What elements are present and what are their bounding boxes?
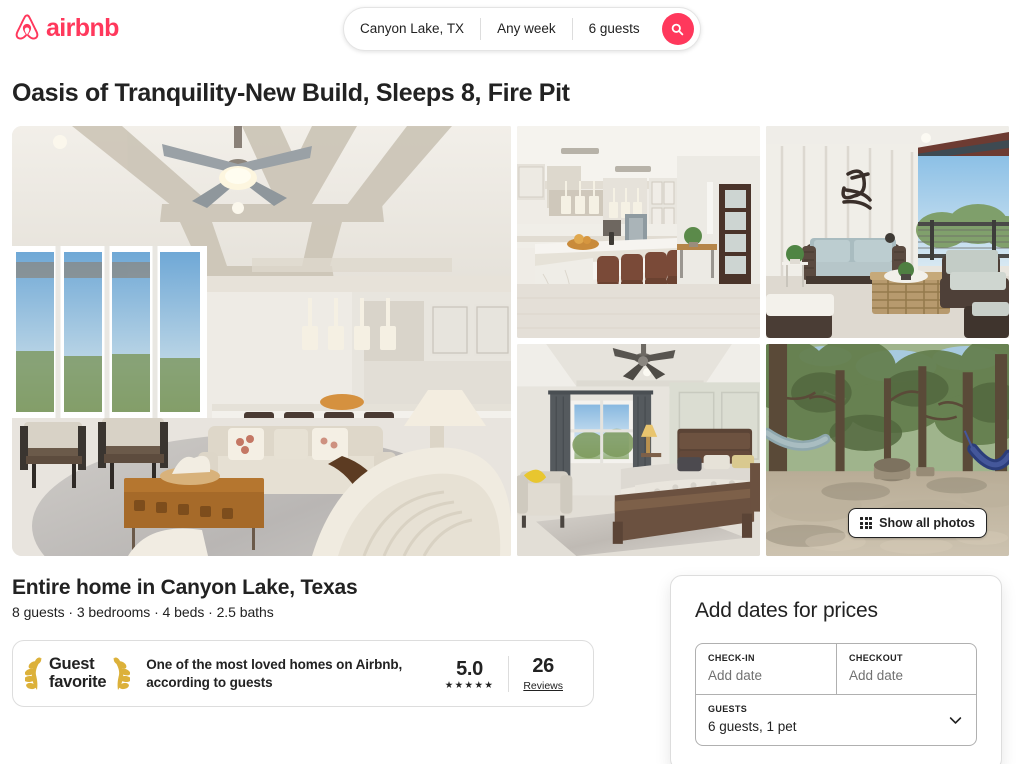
guest-favorite-label-line1: Guest [49,655,95,674]
show-all-photos-button[interactable]: Show all photos [847,508,987,538]
listing-info-column: Entire home in Canyon Lake, Texas 8 gues… [12,575,652,708]
page-title: Oasis of Tranquility-New Build, Sleeps 8… [12,79,570,107]
search-dates-segment[interactable]: Any week [481,7,572,51]
guests-label: GUESTS [708,704,748,715]
booking-card-title: Add dates for prices [695,599,878,622]
booking-card: Add dates for prices CHECK-IN Add date C… [670,575,1002,764]
show-all-photos-label: Show all photos [879,516,975,530]
reviews-count: 26 [532,654,554,677]
guest-favorite-badge: Guest favorite [24,655,132,692]
home-type-heading: Entire home in Canyon Lake, Texas [12,576,358,599]
search-bar[interactable]: Canyon Lake, TX Any week 6 guests [343,7,701,51]
guest-favorite-label: Guest favorite [49,655,107,691]
guests-row: GUESTS 6 guests, 1 pet [696,694,976,745]
search-guests-segment[interactable]: 6 guests [573,7,656,51]
reviews-stat[interactable]: 26 Reviews [509,655,577,693]
checkin-value: Add date [708,667,763,683]
guest-favorite-card: Guest favorite One of the most loved hom… [12,640,594,708]
listing-details-section: Entire home in Canyon Lake, Texas 8 gues… [0,575,1024,764]
gallery-photo-kitchen[interactable] [517,126,760,338]
rating-stat: 5.0 ★★★★★ [431,658,509,691]
guest-favorite-label-line2: favorite [49,672,107,691]
guests-field[interactable]: GUESTS 6 guests, 1 pet [696,695,976,745]
checkout-field[interactable]: CHECKOUT Add date [836,644,976,695]
booking-fields: CHECK-IN Add date CHECKOUT Add date GUES… [695,643,977,746]
guest-favorite-description: One of the most loved homes on Airbnb, a… [146,656,403,690]
search-icon [671,23,684,36]
photo-gallery: Show all photos [12,126,1009,556]
guests-value: 6 guests, 1 pet [708,718,797,734]
site-header: airbnb Canyon Lake, TX Any week 6 guests [0,0,1024,56]
rating-value: 5.0 [456,657,483,680]
grid-icon [859,516,873,530]
checkin-field[interactable]: CHECK-IN Add date [696,644,836,694]
chevron-down-icon[interactable] [949,714,962,727]
gallery-photo-covered-patio[interactable] [766,126,1009,338]
dates-row: CHECK-IN Add date CHECKOUT Add date [696,644,976,695]
search-location-segment[interactable]: Canyon Lake, TX [344,7,480,51]
gallery-photo-living-room-hero[interactable] [12,126,511,556]
guests-field-text: GUESTS 6 guests, 1 pet [708,704,797,736]
rating-stars: ★★★★★ [444,679,495,691]
gallery-photo-bedroom[interactable] [517,344,760,556]
search-submit-button[interactable] [661,13,694,45]
checkout-value: Add date [849,667,904,683]
checkout-label: CHECKOUT [849,653,903,664]
airbnb-logo[interactable]: airbnb [12,12,119,44]
airbnb-belo-icon [12,12,42,44]
laurel-wreath-right-icon [108,656,132,692]
laurel-wreath-left-icon [24,656,47,692]
reviews-link[interactable]: Reviews [523,680,563,693]
home-specs: 8 guests · 3 bedrooms · 4 beds · 2.5 bat… [12,604,274,621]
airbnb-logo-text: airbnb [46,13,119,42]
checkin-label: CHECK-IN [708,653,755,664]
